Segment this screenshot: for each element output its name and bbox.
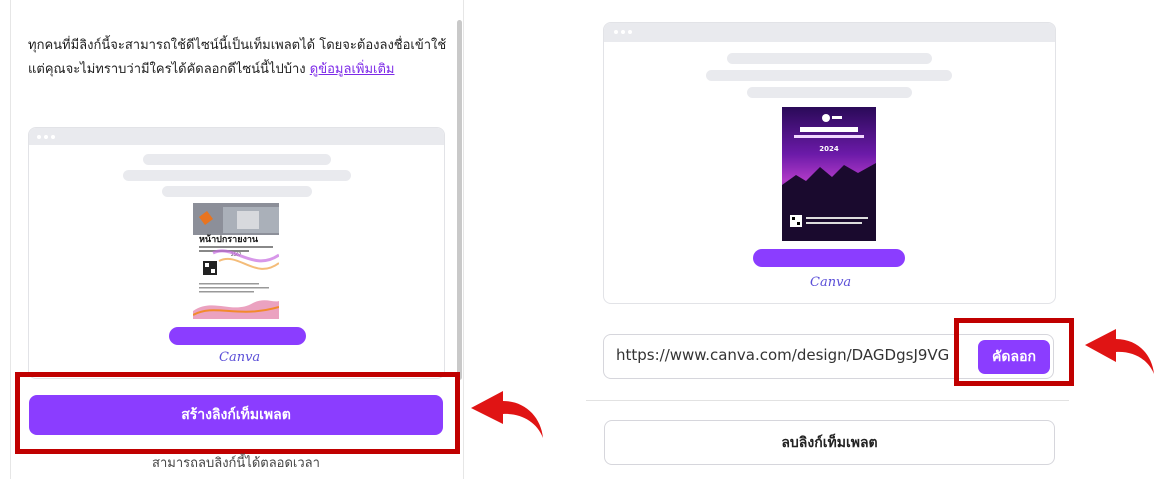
placeholder-line [727,53,932,64]
delete-template-link-button[interactable]: ลบลิงก์เท็มเพลต [604,420,1055,465]
placeholder-line [123,170,351,181]
template-url-text[interactable]: https://www.canva.com/design/DAGDgsJ9VG [616,346,976,364]
purple-cover-thumbnail: 2024 [782,107,876,241]
placeholder-line [162,186,312,197]
delete-anytime-note: สามารถลบลิงก์นี้ได้ตลอดเวลา [152,456,320,471]
placeholder-button [753,249,905,267]
thumbnail-year: 2024 [819,145,839,153]
left-scrollbar[interactable] [457,20,462,380]
placeholder-button [169,327,306,345]
curved-arrow-left-icon [1082,326,1156,376]
divider [586,400,1069,401]
curved-arrow-left-icon [467,388,547,440]
create-template-link-button[interactable]: สร้างลิงก์เท็มเพลต [29,395,443,435]
template-link-description: ทุกคนที่มีลิงก์นี้จะสามารถใช้ดีไซน์นี้เป… [28,34,448,82]
placeholder-line [706,70,952,81]
placeholder-line [747,87,912,98]
learn-more-link[interactable]: ดูข้อมูลเพิ่มเติม [310,62,395,77]
placeholder-line [143,154,331,165]
report-cover-thumbnail: หน้าปกรายงาน 2567 [193,203,279,319]
browser-bar [29,128,444,145]
thumbnail-title: หน้าปกรายงาน [199,234,259,245]
browser-bar [604,23,1055,42]
canva-logo: Canva [219,350,261,365]
copy-button[interactable]: คัดลอก [978,340,1050,374]
canva-logo: Canva [810,275,852,290]
